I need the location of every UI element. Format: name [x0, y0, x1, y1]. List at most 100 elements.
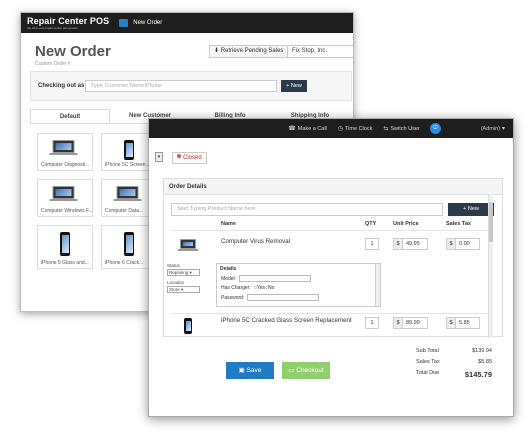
charger-label: Has Charger:: [221, 285, 251, 291]
model-field: Model:: [221, 275, 380, 282]
customer-search-input[interactable]: Type Customer Name/Phone: [85, 80, 277, 92]
line-item-name: iPhone 5C Cracked Glass Screen Replaceme…: [221, 317, 352, 324]
home-icon[interactable]: [119, 19, 129, 27]
subtotal-label: Sub Total: [416, 348, 439, 354]
currency-symbol: $: [394, 318, 403, 328]
phone-icon: [124, 232, 134, 256]
plus-icon: +: [463, 206, 467, 212]
laptop-icon: [113, 186, 142, 201]
brand-tagline: the all-in-one repair center pos system: [27, 26, 79, 30]
status-dropdown-toggle[interactable]: ▾: [155, 152, 163, 162]
total-value: $145.79: [464, 370, 492, 379]
chevron-down-icon: ▾: [501, 126, 505, 132]
tax-value: $5.85: [478, 359, 492, 365]
order-items-scrollbar[interactable]: [488, 194, 493, 338]
line-item-unit-price-input[interactable]: $89.99: [393, 317, 428, 329]
phone-icon: [124, 140, 134, 160]
make-call-label: Make a Call: [297, 125, 327, 132]
model-label: Model:: [221, 275, 237, 282]
checkout-as-label: Checking out as: [38, 83, 85, 89]
switch-user-icon: ⇆: [383, 126, 389, 132]
retrieve-pending-sales-button[interactable]: ⬇ Retrieve Pending Sales: [209, 45, 289, 58]
page-subtitle: Custom Order #: [35, 61, 71, 67]
tile-label: Computer Windows F...: [41, 208, 93, 214]
admin-label: (Admin): [480, 125, 500, 132]
tab-default[interactable]: Default: [30, 109, 110, 123]
currency-symbol: $: [447, 318, 456, 328]
save-icon: ▣: [238, 367, 245, 374]
line-item-qty-input[interactable]: 1: [365, 317, 379, 329]
line-item-tax-input[interactable]: $0.00: [446, 238, 480, 250]
col-header-unit-price: Unit Price: [393, 221, 419, 227]
make-call-button[interactable]: ☎ Make a Call: [288, 125, 327, 133]
col-header-qty: QTY: [365, 221, 377, 227]
details-header: Details: [220, 266, 237, 272]
repair-status-fields: Status Repairing ▾ Location Store ▾: [167, 263, 200, 297]
tile-label: iPhone 5 Glass and...: [41, 260, 89, 266]
location-select-value: Store: [169, 287, 180, 292]
location-select[interactable]: Store ▾: [167, 286, 200, 293]
password-input[interactable]: [247, 294, 320, 301]
clock-icon: ◷: [337, 126, 344, 132]
checkout-label: Checkout: [296, 367, 324, 374]
switch-user-label: Switch User: [390, 125, 420, 132]
save-label: Save: [246, 367, 262, 374]
status-dot-icon: [177, 154, 181, 158]
unit-price-value: 89.99: [406, 320, 420, 326]
line-item-qty-input[interactable]: 1: [365, 238, 379, 250]
status-badge[interactable]: Closed: [172, 152, 207, 164]
save-button[interactable]: ▣ Save: [226, 362, 274, 379]
download-icon: ⬇: [214, 48, 220, 54]
tax-row: Sales Tax $5.85: [416, 359, 492, 365]
details-box: Details Model: Has Charger: ○ Yes ○ No Pas…: [216, 263, 381, 307]
order-totals: Sub Total $139.94 Sales Tax $5.85 Total Du…: [416, 348, 492, 384]
charger-field: Has Charger: ○ Yes ○ No: [221, 285, 380, 291]
status-select[interactable]: Repairing ▾: [167, 269, 200, 276]
charger-yes-label: Yes: [256, 285, 265, 291]
tax-value: 5.85: [459, 320, 470, 326]
brand-logo: Repair Center POS the all-in-one repair …: [27, 16, 109, 30]
front-topbar: ☎ Make a Call ◷ Time Clock ⇆ Switch User…: [149, 119, 513, 138]
panel-title: Order Details: [164, 179, 502, 195]
col-header-sales-tax: Sales Tax: [446, 221, 471, 227]
time-clock-button[interactable]: ◷ Time Clock: [337, 125, 373, 133]
total-label: Total Due: [416, 370, 440, 376]
password-label: Password:: [221, 294, 245, 301]
unit-price-value: 49.95: [406, 241, 420, 247]
laptop-icon: [49, 186, 78, 201]
total-row: Total Due $145.79: [416, 370, 492, 379]
tile-label: Computer Diagnosti...: [41, 162, 90, 168]
store-select[interactable]: Fix Stop, Inc.: [287, 45, 353, 58]
back-topbar: Repair Center POS the all-in-one repair …: [21, 13, 353, 33]
laptop-icon: [49, 140, 78, 155]
new-customer-button[interactable]: + New: [281, 80, 307, 92]
row-divider: [171, 313, 489, 314]
tax-value: 0.00: [459, 241, 470, 247]
nav-tab-new-order[interactable]: New Order: [133, 20, 162, 26]
product-tile[interactable]: Computer Diagnosti...: [37, 133, 93, 171]
power-icon[interactable]: ⏻: [429, 123, 441, 134]
product-search-input[interactable]: Start Typing Product Name here: [171, 203, 443, 216]
subtotal-row: Sub Total $139.94: [416, 348, 492, 354]
line-item-name: Computer Virus Removal: [221, 238, 291, 245]
line-item-tax-input[interactable]: $5.85: [446, 317, 480, 329]
product-tile[interactable]: Computer Windows F...: [37, 179, 93, 217]
currency-symbol: $: [447, 239, 456, 249]
status-label: Status: [167, 263, 180, 268]
password-field: Password:: [221, 294, 380, 301]
line-item-unit-price-input[interactable]: $49.95: [393, 238, 428, 250]
product-tile[interactable]: iPhone 5 Glass and...: [37, 225, 93, 269]
model-input[interactable]: [239, 275, 312, 282]
details-scrollbar[interactable]: [375, 264, 380, 306]
brand-name: Repair Center POS: [27, 16, 110, 26]
row-divider: [171, 230, 489, 231]
time-clock-label: Time Clock: [345, 125, 373, 132]
page-title: New Order: [35, 43, 111, 60]
location-label: Location: [167, 280, 185, 285]
admin-menu[interactable]: (Admin) ▾: [480, 125, 507, 133]
scrollbar-thumb[interactable]: [489, 202, 493, 242]
switch-user-button[interactable]: ⇆ Switch User: [383, 125, 420, 133]
checkout-button[interactable]: ▭ Checkout: [282, 362, 330, 379]
laptop-icon: [178, 239, 198, 251]
status-select-value: Repairing: [169, 270, 189, 275]
